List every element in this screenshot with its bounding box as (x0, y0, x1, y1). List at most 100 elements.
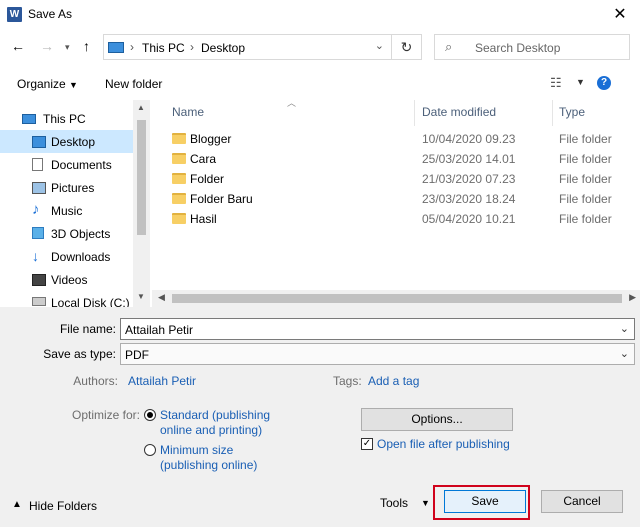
sidebar-item-videos[interactable]: Videos (0, 268, 133, 291)
pictures-icon (32, 182, 46, 194)
sidebar-item-music[interactable]: ♪ Music (0, 199, 133, 222)
column-header-date-modified[interactable]: Date modified (422, 105, 496, 119)
tags-label: Tags: (333, 374, 362, 388)
new-folder-button[interactable]: New folder (105, 77, 162, 91)
search-box[interactable]: ⌕ Search Desktop (434, 34, 630, 60)
sidebar-item-label: Music (51, 203, 83, 218)
optimize-minimum-label-line1[interactable]: Minimum size (160, 443, 233, 457)
tools-button[interactable]: Tools (380, 496, 408, 510)
title-bar: W Save As ✕ (0, 0, 640, 30)
scrollbar-thumb[interactable] (172, 294, 622, 303)
file-type: File folder (559, 152, 612, 166)
cancel-button[interactable]: Cancel (541, 490, 623, 513)
sidebar-item-this-pc[interactable]: This PC (0, 107, 133, 130)
optimize-standard-label-line2[interactable]: online and printing) (160, 423, 262, 437)
sidebar-item-pictures[interactable]: Pictures (0, 176, 133, 199)
folder-icon (172, 213, 186, 224)
scroll-up-icon[interactable]: ▲ (137, 103, 145, 112)
file-name: Folder Baru (190, 192, 253, 206)
folder-icon (172, 193, 186, 204)
file-name-value[interactable]: Attailah Petir (125, 323, 193, 337)
organize-button[interactable]: Organize ▼ (17, 77, 78, 91)
file-name-label: File name: (59, 322, 116, 336)
column-header-name[interactable]: Name (172, 105, 204, 119)
file-date: 10/04/2020 09.23 (422, 132, 516, 146)
open-after-publishing-label[interactable]: Open file after publishing (377, 437, 510, 451)
pc-icon (22, 114, 36, 124)
folder-icon (172, 153, 186, 164)
sidebar-item-downloads[interactable]: ↓ Downloads (0, 245, 133, 268)
breadcrumb-chevron-icon[interactable]: › (130, 40, 134, 54)
navigation-pane-scrollbar[interactable]: ▲ ▼ (133, 100, 150, 307)
chevron-down-icon[interactable]: ▼ (576, 77, 585, 87)
scroll-right-icon[interactable]: ▶ (629, 292, 636, 303)
chevron-up-icon[interactable]: ▲ (12, 499, 22, 510)
optimize-standard-radio[interactable] (144, 409, 156, 421)
column-divider[interactable] (552, 100, 553, 126)
chevron-down-icon[interactable]: ⌄ (620, 347, 629, 360)
music-icon: ♪ (32, 201, 40, 218)
options-button[interactable]: Options... (361, 408, 513, 431)
recent-locations-chevron-icon[interactable]: ▾ (65, 42, 70, 53)
file-name-field[interactable]: Attailah Petir ⌄ (120, 318, 635, 340)
sidebar-item-desktop[interactable]: Desktop (0, 130, 133, 153)
save-as-type-value[interactable]: PDF (125, 348, 149, 362)
file-row[interactable]: Cara 25/03/2020 14.01 File folder (152, 149, 640, 169)
file-row[interactable]: Hasil 05/04/2020 10.21 File folder (152, 209, 640, 229)
save-as-type-label: Save as type: (43, 347, 116, 361)
file-type: File folder (559, 132, 612, 146)
disk-icon (32, 297, 46, 306)
authors-value[interactable]: Attailah Petir (128, 374, 196, 388)
file-name: Blogger (190, 132, 232, 146)
address-bar[interactable]: › This PC › Desktop ⌄ (103, 34, 392, 60)
file-row[interactable]: Blogger 10/04/2020 09.23 File folder (152, 129, 640, 149)
file-date: 21/03/2020 07.23 (422, 172, 516, 186)
scroll-down-icon[interactable]: ▼ (137, 292, 145, 301)
optimize-standard-label-line1[interactable]: Standard (publishing (160, 408, 270, 422)
address-dropdown-icon[interactable]: ⌄ (375, 39, 384, 52)
up-arrow-icon[interactable]: ↑ (83, 38, 90, 54)
file-date: 05/04/2020 10.21 (422, 212, 516, 226)
authors-label: Authors: (73, 374, 118, 388)
breadcrumb-this-pc[interactable]: This PC (142, 41, 185, 55)
open-after-publishing-checkbox[interactable]: ✓ (361, 438, 373, 450)
sidebar-item-documents[interactable]: Documents (0, 153, 133, 176)
sidebar-item-label: 3D Objects (51, 226, 111, 241)
chevron-down-icon[interactable]: ⌄ (620, 322, 629, 335)
hide-folders-button[interactable]: Hide Folders (29, 499, 97, 513)
scroll-left-icon[interactable]: ◀ (158, 292, 165, 303)
file-name: Hasil (190, 212, 217, 226)
close-icon[interactable]: ✕ (610, 4, 630, 24)
column-divider[interactable] (414, 100, 415, 126)
optimize-for-label: Optimize for: (71, 408, 140, 422)
sidebar-item-local-disk[interactable]: Local Disk (C:) (0, 291, 133, 307)
forward-arrow-icon[interactable]: → (40, 38, 54, 54)
file-row[interactable]: Folder Baru 23/03/2020 18.24 File folder (152, 189, 640, 209)
sidebar-item-label: This PC (43, 111, 86, 126)
sidebar-item-label: Downloads (51, 249, 111, 264)
file-list-horizontal-scrollbar[interactable]: ◀ ▶ (152, 290, 640, 307)
word-app-icon: W (7, 7, 22, 22)
search-input[interactable]: Search Desktop (475, 41, 560, 55)
help-icon[interactable]: ? (597, 76, 611, 90)
sidebar-item-label: Local Disk (C:) (51, 295, 130, 308)
file-row[interactable]: Folder 21/03/2020 07.23 File folder (152, 169, 640, 189)
documents-icon (32, 158, 43, 171)
back-arrow-icon[interactable]: ← (11, 38, 25, 54)
sidebar-item-label: Documents (51, 157, 112, 172)
sidebar-item-3d-objects[interactable]: 3D Objects (0, 222, 133, 245)
scrollbar-thumb[interactable] (137, 120, 146, 235)
chevron-down-icon[interactable]: ▼ (421, 498, 430, 508)
sort-ascending-icon: ︿ (287, 98, 297, 108)
tags-input[interactable]: Add a tag (368, 374, 419, 388)
optimize-minimum-label-line2[interactable]: (publishing online) (160, 458, 257, 472)
optimize-minimum-radio[interactable] (144, 444, 156, 456)
column-header-type[interactable]: Type (559, 105, 585, 119)
save-button[interactable]: Save (444, 490, 526, 513)
view-options-icon[interactable]: ☷ (550, 75, 562, 91)
breadcrumb-desktop[interactable]: Desktop (201, 41, 245, 55)
breadcrumb-chevron-icon[interactable]: › (190, 40, 194, 54)
videos-icon (32, 274, 46, 286)
save-as-type-select[interactable]: PDF ⌄ (120, 343, 635, 365)
refresh-icon[interactable]: ↻ (392, 34, 422, 60)
